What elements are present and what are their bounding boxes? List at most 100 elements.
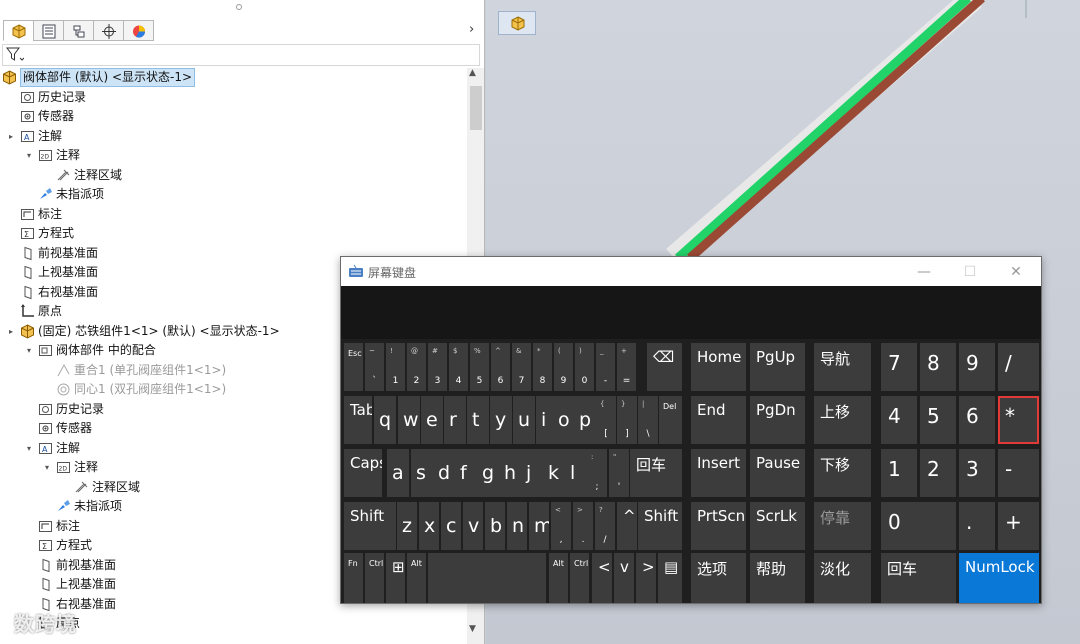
key-o[interactable]: o bbox=[553, 396, 575, 444]
key-ralt[interactable]: Alt bbox=[549, 553, 568, 603]
tree-row[interactable]: Σ 方程式 bbox=[0, 224, 466, 243]
key-k1[interactable]: ~ ` bbox=[365, 343, 384, 391]
maximize-button[interactable]: ☐ bbox=[947, 260, 993, 284]
key-n1[interactable]: 1 bbox=[881, 449, 917, 497]
key-m[interactable]: m bbox=[529, 502, 549, 550]
key-prtscn[interactable]: PrtScn bbox=[691, 502, 746, 550]
key-rbr[interactable]: }] bbox=[617, 396, 637, 444]
tree-row[interactable]: 注释区域 bbox=[0, 166, 466, 185]
key-caps[interactable]: Caps bbox=[344, 449, 382, 497]
key-c[interactable]: c bbox=[441, 502, 461, 550]
key-right[interactable]: > bbox=[636, 553, 656, 603]
key-s[interactable]: s bbox=[411, 449, 433, 497]
key-period[interactable]: >. bbox=[573, 502, 593, 550]
tab-displaymanager[interactable] bbox=[123, 20, 154, 41]
key-down[interactable]: v bbox=[614, 553, 634, 603]
key-k6[interactable]: % 5 bbox=[470, 343, 489, 391]
key-insert[interactable]: Insert bbox=[691, 449, 746, 497]
key-fade[interactable]: 淡化 bbox=[814, 553, 871, 603]
tree-row[interactable]: 未指派项 bbox=[0, 185, 466, 204]
key-space[interactable] bbox=[428, 553, 546, 603]
tree-toggle[interactable]: ▾ bbox=[42, 458, 52, 477]
key-n5[interactable]: 5 bbox=[920, 396, 956, 444]
key-nav[interactable]: 导航 bbox=[814, 343, 871, 391]
key-y[interactable]: y bbox=[490, 396, 512, 444]
key-lshift[interactable]: Shift bbox=[344, 502, 396, 550]
key-u[interactable]: u bbox=[513, 396, 535, 444]
tree-toggle[interactable]: ▸ bbox=[6, 127, 16, 146]
tree-filter-bar[interactable] bbox=[2, 44, 480, 66]
scroll-up-arrow[interactable]: ▲ bbox=[469, 68, 476, 78]
key-k4[interactable]: #3 bbox=[428, 343, 447, 391]
key-nsub[interactable]: - bbox=[998, 449, 1039, 497]
key-lctrl[interactable]: Ctrl bbox=[365, 553, 384, 603]
tree-row[interactable]: ▾ 2D 注释 bbox=[0, 146, 466, 165]
key-slash[interactable]: ? / bbox=[595, 502, 615, 550]
key-numlock[interactable]: NumLock bbox=[959, 553, 1039, 603]
key-help[interactable]: 帮助 bbox=[750, 553, 805, 603]
filter-icon[interactable] bbox=[6, 47, 24, 62]
key-k11[interactable]: ) 0 bbox=[575, 343, 594, 391]
key-n6[interactable]: 6 bbox=[959, 396, 995, 444]
close-button[interactable]: ✕ bbox=[993, 260, 1039, 284]
tree-row[interactable]: 标注 bbox=[0, 205, 466, 224]
key-e[interactable]: e bbox=[421, 396, 443, 444]
tab-configurationmanager[interactable] bbox=[63, 20, 94, 41]
key-nmul[interactable]: * bbox=[998, 396, 1039, 444]
key-tab[interactable]: Tab bbox=[344, 396, 372, 444]
key-bsl[interactable]: | \ bbox=[638, 396, 658, 444]
panel-grip-handle[interactable] bbox=[236, 4, 242, 10]
key-k13[interactable]: + = bbox=[617, 343, 636, 391]
key-n0[interactable]: 0 bbox=[881, 502, 956, 550]
key-lalt[interactable]: Alt bbox=[407, 553, 426, 603]
key-x[interactable]: x bbox=[419, 502, 439, 550]
key-k2[interactable]: ! 1 bbox=[386, 343, 405, 391]
key-k5[interactable]: $4 bbox=[449, 343, 468, 391]
tree-row[interactable]: 阀体部件 (默认) <显示状态-1> bbox=[0, 68, 466, 87]
key-options[interactable]: 选项 bbox=[691, 553, 746, 603]
key-t[interactable]: t bbox=[467, 396, 489, 444]
key-f[interactable]: f bbox=[455, 449, 477, 497]
key-home[interactable]: Home bbox=[691, 343, 746, 391]
key-end[interactable]: End bbox=[691, 396, 746, 444]
key-esc[interactable]: Esc bbox=[344, 343, 363, 391]
tab-overflow-arrow[interactable]: › bbox=[469, 22, 474, 37]
key-semi[interactable]: :; bbox=[587, 449, 607, 497]
key-dock[interactable]: 停靠 bbox=[814, 502, 871, 550]
tab-dimxpert[interactable] bbox=[93, 20, 124, 41]
key-v[interactable]: v bbox=[463, 502, 483, 550]
key-up[interactable]: ^ bbox=[617, 502, 637, 550]
key-del[interactable]: Del bbox=[659, 396, 682, 444]
key-k[interactable]: k bbox=[543, 449, 565, 497]
key-nenter[interactable]: 回车 bbox=[881, 553, 956, 603]
key-win[interactable]: ⊞ bbox=[386, 553, 405, 603]
key-r[interactable]: r bbox=[444, 396, 466, 444]
tab-propertymanager[interactable] bbox=[33, 20, 64, 41]
key-q[interactable]: q bbox=[374, 396, 396, 444]
key-mvdn[interactable]: 下移 bbox=[814, 449, 871, 497]
key-k10[interactable]: (9 bbox=[554, 343, 573, 391]
pipe-model[interactable] bbox=[486, 0, 1080, 260]
minimize-button[interactable]: — bbox=[901, 260, 947, 284]
key-z[interactable]: z bbox=[397, 502, 417, 550]
key-lbr[interactable]: {[ bbox=[596, 396, 616, 444]
key-n3[interactable]: 3 bbox=[959, 449, 995, 497]
key-h[interactable]: h bbox=[499, 449, 521, 497]
key-k12[interactable]: _ - bbox=[596, 343, 615, 391]
key-n[interactable]: n bbox=[507, 502, 527, 550]
key-n9[interactable]: 9 bbox=[959, 343, 995, 391]
key-n7[interactable]: 7 bbox=[881, 343, 917, 391]
key-pgdn[interactable]: PgDn bbox=[750, 396, 805, 444]
key-rshift[interactable]: Shift bbox=[638, 502, 682, 550]
key-k3[interactable]: @2 bbox=[407, 343, 426, 391]
key-p[interactable]: p bbox=[574, 396, 596, 444]
key-scrlk[interactable]: ScrLk bbox=[750, 502, 805, 550]
osk-title-bar[interactable]: 屏幕键盘 — ☐ ✕ bbox=[341, 257, 1041, 286]
key-k9[interactable]: * 8 bbox=[533, 343, 552, 391]
key-d[interactable]: d bbox=[433, 449, 455, 497]
key-b[interactable]: b bbox=[485, 502, 505, 550]
key-bksp[interactable]: ⌫ bbox=[647, 343, 682, 391]
tree-row[interactable]: 历史记录 bbox=[0, 88, 466, 107]
tab-featuremanager[interactable] bbox=[3, 20, 34, 41]
key-pgup[interactable]: PgUp bbox=[750, 343, 805, 391]
